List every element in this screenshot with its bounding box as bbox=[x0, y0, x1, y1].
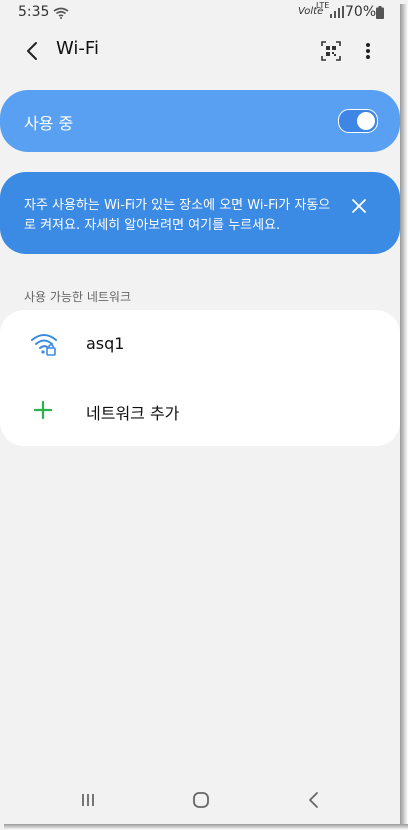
status-time: 5:35 bbox=[18, 4, 50, 20]
nav-back-button[interactable] bbox=[304, 790, 324, 814]
home-icon bbox=[193, 792, 209, 808]
home-button[interactable] bbox=[190, 790, 212, 814]
screen: 5:35 Volte LTE 70% Wi-Fi 사용 중 자주 사용하는 Wi… bbox=[0, 0, 400, 824]
more-vertical-icon bbox=[366, 43, 370, 59]
chevron-left-icon bbox=[27, 42, 37, 60]
network-name: asq1 bbox=[86, 334, 125, 353]
available-networks-header: 사용 가능한 네트워크 bbox=[24, 290, 131, 304]
add-network-item[interactable]: 네트워크 추가 bbox=[0, 376, 400, 442]
add-network-label: 네트워크 추가 bbox=[86, 404, 180, 423]
banner-text: 자주 사용하는 Wi-Fi가 있는 장소에 오면 Wi-Fi가 자동으로 켜져요… bbox=[24, 198, 331, 233]
window-shadow-right bbox=[400, 4, 408, 830]
wifi-toggle-switch[interactable] bbox=[338, 109, 378, 133]
toggle-knob bbox=[357, 112, 375, 130]
recents-icon bbox=[82, 794, 94, 806]
qr-code-icon bbox=[321, 41, 341, 61]
status-bar: 5:35 Volte LTE 70% bbox=[0, 0, 400, 26]
wifi-toggle-card[interactable]: 사용 중 bbox=[0, 90, 400, 152]
qr-scan-button[interactable] bbox=[318, 38, 344, 64]
more-options-button[interactable] bbox=[358, 38, 378, 64]
battery-percent: 70% bbox=[345, 4, 377, 20]
plus-icon bbox=[30, 396, 58, 424]
banner-close-button[interactable] bbox=[350, 197, 368, 219]
recent-apps-button[interactable] bbox=[78, 790, 98, 814]
lte-indicator: LTE bbox=[316, 1, 330, 10]
window-shadow-bottom bbox=[4, 824, 408, 830]
auto-wifi-banner[interactable]: 자주 사용하는 Wi-Fi가 있는 장소에 오면 Wi-Fi가 자동으로 켜져요… bbox=[0, 172, 400, 254]
back-button[interactable] bbox=[20, 38, 46, 64]
wifi-toggle-label: 사용 중 bbox=[24, 114, 74, 133]
app-bar: Wi-Fi bbox=[0, 30, 400, 74]
network-list: asq1 네트워크 추가 bbox=[0, 310, 400, 446]
close-icon bbox=[352, 199, 366, 213]
signal-icon bbox=[330, 6, 344, 22]
network-item-asq1[interactable]: asq1 bbox=[0, 310, 400, 376]
wifi-status-icon bbox=[53, 7, 69, 23]
battery-icon bbox=[376, 6, 384, 23]
wifi-lock-icon bbox=[30, 330, 58, 358]
chevron-left-icon bbox=[309, 792, 318, 808]
page-title: Wi-Fi bbox=[56, 38, 99, 59]
navigation-bar bbox=[0, 780, 400, 824]
